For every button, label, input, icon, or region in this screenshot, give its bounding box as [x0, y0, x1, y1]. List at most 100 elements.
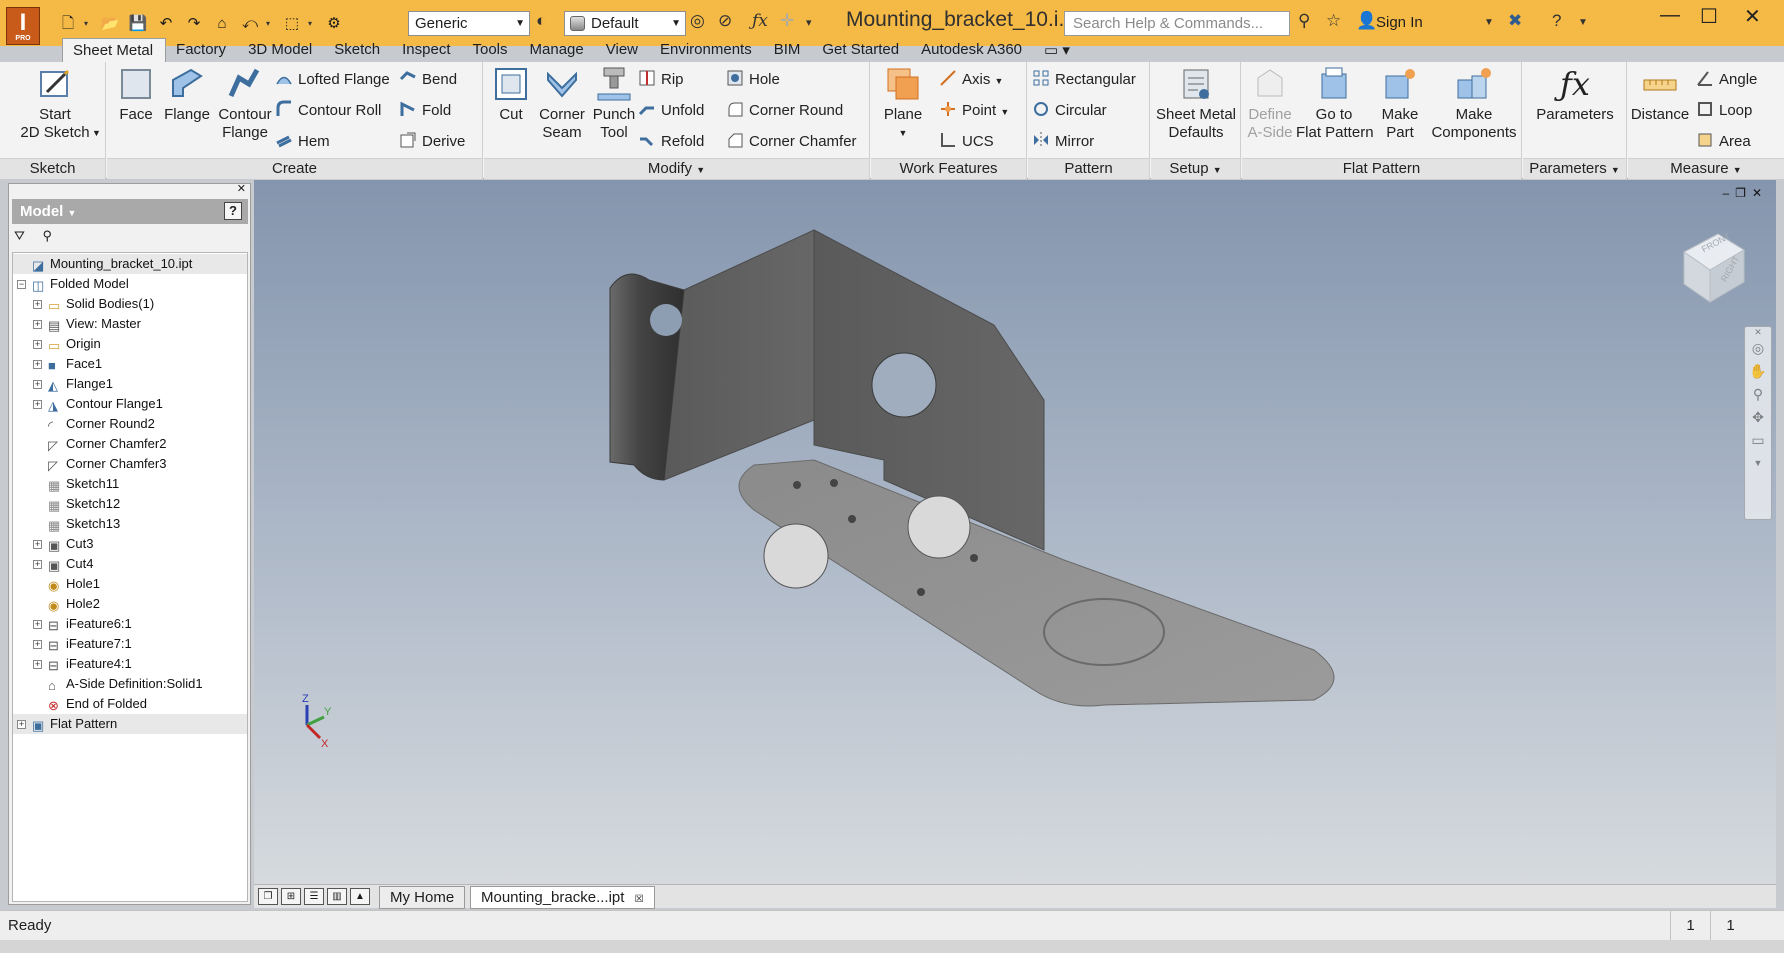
- rectangular-pattern-button[interactable]: Rectangular: [1032, 69, 1136, 90]
- return-dropdown-icon[interactable]: ▾: [266, 13, 276, 35]
- qat-customize-icon[interactable]: ▾: [806, 16, 812, 29]
- corner-seam-button[interactable]: Corner Seam: [534, 66, 590, 142]
- derive-button[interactable]: Derive: [399, 131, 465, 152]
- expand-icon[interactable]: +: [33, 620, 42, 629]
- tab-environments[interactable]: Environments: [650, 38, 764, 62]
- look-at-icon[interactable]: ▭: [1745, 429, 1771, 452]
- redo-icon[interactable]: ↷: [182, 13, 206, 35]
- steering-wheel-icon[interactable]: ◎: [1745, 337, 1771, 360]
- mirror-button[interactable]: Mirror: [1032, 131, 1094, 152]
- circular-pattern-button[interactable]: Circular: [1032, 100, 1107, 121]
- expand-icon[interactable]: +: [33, 360, 42, 369]
- tree-node[interactable]: + ■ Face1: [13, 354, 247, 374]
- tree-node[interactable]: ◸ Corner Chamfer2: [13, 434, 247, 454]
- save-icon[interactable]: 💾: [126, 13, 150, 35]
- binoculars-icon[interactable]: ⚲: [1298, 11, 1310, 31]
- tree-node[interactable]: ▦ Sketch12: [13, 494, 247, 514]
- contour-roll-button[interactable]: Contour Roll: [275, 100, 381, 121]
- tree-node[interactable]: ◸ Corner Chamfer3: [13, 454, 247, 474]
- tab-factory[interactable]: Factory: [166, 38, 238, 62]
- tab-view[interactable]: View: [596, 38, 650, 62]
- panel-title-modify[interactable]: Modify ▼: [484, 158, 869, 179]
- favorites-icon[interactable]: ☆: [1326, 11, 1341, 31]
- help-dropdown-icon[interactable]: ▼: [1578, 17, 1588, 28]
- tab-autodesk-a360[interactable]: Autodesk A360: [911, 38, 1034, 62]
- part-model[interactable]: Z Y X: [254, 180, 1776, 884]
- corner-round-button[interactable]: Corner Round: [726, 100, 843, 121]
- color-wheel-icon[interactable]: ◐: [536, 11, 546, 31]
- zoom-icon[interactable]: ⚲: [1745, 383, 1771, 406]
- filter-icon[interactable]: ⛛: [14, 228, 25, 243]
- help-icon[interactable]: ?: [1552, 11, 1561, 31]
- home-icon[interactable]: ⌂: [210, 13, 234, 35]
- tab-sketch[interactable]: Sketch: [324, 38, 392, 62]
- tab-my-home[interactable]: My Home: [379, 886, 466, 909]
- sheet-metal-defaults-button[interactable]: Sheet Metal Defaults: [1151, 66, 1241, 142]
- sign-in-dropdown-icon[interactable]: ▼: [1484, 17, 1494, 28]
- undo-icon[interactable]: ↶: [154, 13, 178, 35]
- tree-node[interactable]: ▦ Sketch13: [13, 514, 247, 534]
- lofted-flange-button[interactable]: Lofted Flange: [275, 69, 390, 90]
- contour-flange-button[interactable]: Contour Flange: [213, 66, 277, 142]
- clear-appearance-icon[interactable]: ⊘: [718, 11, 732, 31]
- tree-node[interactable]: + ⊟ iFeature4:1: [13, 654, 247, 674]
- cut-button[interactable]: Cut: [486, 66, 536, 124]
- point-button[interactable]: Point ▼: [939, 100, 1009, 122]
- tree-node[interactable]: − ◫ Folded Model: [13, 274, 247, 294]
- hem-button[interactable]: Hem: [275, 131, 330, 152]
- graphics-viewport[interactable]: –❐✕ Z Y X FRONT RIGHT ✕ ◎ ✋ ⚲ ✥ ▭ ▼: [254, 180, 1776, 884]
- pan-icon[interactable]: ✋: [1745, 360, 1771, 383]
- expand-icon[interactable]: +: [33, 660, 42, 669]
- close-icon[interactable]: ✕: [1744, 4, 1761, 29]
- expand-icon[interactable]: +: [33, 320, 42, 329]
- chevron-down-icon[interactable]: ▼: [92, 128, 101, 138]
- face-button[interactable]: Face: [111, 66, 161, 124]
- material-select[interactable]: Generic ▼: [408, 11, 530, 36]
- expand-icon[interactable]: +: [33, 560, 42, 569]
- start-2d-sketch-button[interactable]: Start 2D Sketch: [10, 66, 100, 142]
- panel-title-setup[interactable]: Setup ▼: [1151, 158, 1240, 179]
- hole-button[interactable]: Hole: [726, 69, 780, 90]
- tree-node[interactable]: ◪ Mounting_bracket_10.ipt: [13, 254, 247, 274]
- tree-node[interactable]: + ⊟ iFeature6:1: [13, 614, 247, 634]
- tree-node[interactable]: + ◮ Contour Flange1: [13, 394, 247, 414]
- close-icon[interactable]: ✕: [237, 182, 246, 195]
- rip-button[interactable]: Rip: [638, 69, 684, 90]
- tree-node[interactable]: + ◭ Flange1: [13, 374, 247, 394]
- expand-icon[interactable]: +: [33, 340, 42, 349]
- expand-icon[interactable]: +: [33, 540, 42, 549]
- tab-sheet-metal[interactable]: Sheet Metal: [62, 38, 167, 62]
- expand-icon[interactable]: +: [33, 380, 42, 389]
- expand-icon[interactable]: +: [33, 640, 42, 649]
- user-icon[interactable]: 👤: [1356, 11, 1377, 31]
- search-input[interactable]: Search Help & Commands...: [1064, 11, 1290, 36]
- tab-manage[interactable]: Manage: [520, 38, 596, 62]
- ribbon-options-icon[interactable]: ▭ ▾: [1034, 38, 1082, 62]
- open-icon[interactable]: 📂: [98, 13, 122, 35]
- axis-button[interactable]: Axis ▼: [939, 69, 1003, 91]
- new-dropdown-icon[interactable]: ▾: [84, 13, 94, 35]
- return-icon[interactable]: ⤺: [238, 13, 262, 35]
- close-icon[interactable]: ✕: [1745, 327, 1771, 337]
- browser-header[interactable]: Model ▼ ?: [12, 199, 248, 224]
- minimize-icon[interactable]: —: [1660, 4, 1680, 27]
- tree-node[interactable]: + ▭ Origin: [13, 334, 247, 354]
- tile-icon[interactable]: ⊞: [281, 888, 301, 905]
- tile-vertical-icon[interactable]: ▥: [327, 888, 347, 905]
- select-dropdown-icon[interactable]: ▾: [308, 13, 318, 35]
- tree-node[interactable]: ◉ Hole1: [13, 574, 247, 594]
- tree-node[interactable]: ◜ Corner Round2: [13, 414, 247, 434]
- fx-icon[interactable]: ƒx: [752, 11, 768, 31]
- tree-node[interactable]: ⌂ A-Side Definition:Solid1: [13, 674, 247, 694]
- chevron-down-icon[interactable]: ▼: [1745, 452, 1771, 475]
- tab-document[interactable]: Mounting_bracke...ipt ☒: [470, 886, 655, 909]
- expand-icon[interactable]: +: [17, 720, 26, 729]
- binoculars-icon[interactable]: ⚲: [43, 228, 53, 243]
- panel-title-parameters[interactable]: Parameters ▼: [1523, 158, 1626, 179]
- tab-tools[interactable]: Tools: [463, 38, 520, 62]
- distance-button[interactable]: Distance: [1628, 66, 1692, 124]
- flange-button[interactable]: Flange: [159, 66, 215, 124]
- exchange-apps-icon[interactable]: ✖: [1508, 11, 1522, 31]
- cascade-icon[interactable]: ❐: [258, 888, 278, 905]
- unfold-button[interactable]: Unfold: [638, 100, 704, 121]
